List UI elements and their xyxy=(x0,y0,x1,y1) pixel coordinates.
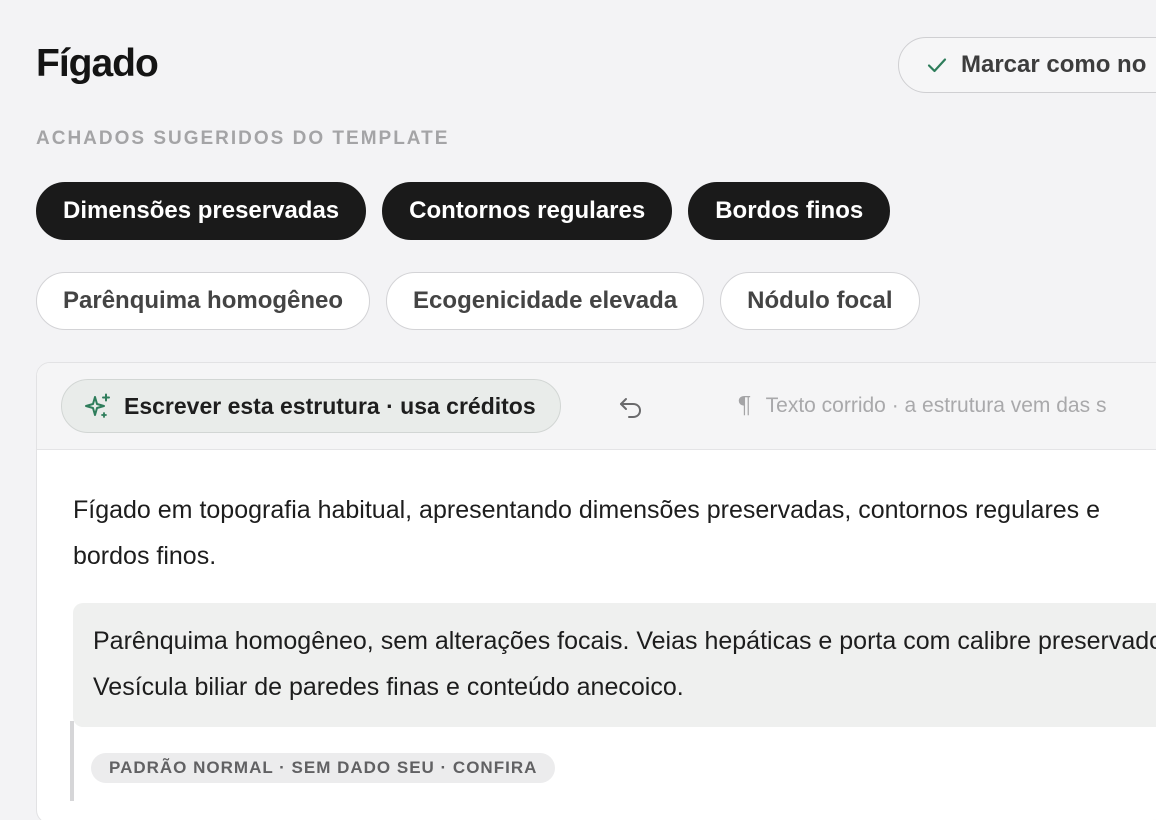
sparkle-icon xyxy=(84,392,112,420)
write-structure-label: Escrever esta estrutura · usa créditos xyxy=(124,392,536,419)
undo-icon xyxy=(617,393,645,421)
normal-pattern-badge: PADRÃO NORMAL · SEM DADO SEU · CONFIRA xyxy=(91,753,556,783)
report-body-text[interactable]: Fígado em topografia habitual, apresenta… xyxy=(73,487,1133,579)
structure-hint: ¶ Texto corrido · a estrutura vem das s xyxy=(737,393,1106,419)
undo-button[interactable] xyxy=(615,391,647,423)
editor-toolbar: Escrever esta estrutura · usa créditos ¶… xyxy=(37,363,1156,450)
mark-normal-button[interactable]: Marcar como no xyxy=(898,37,1156,93)
section-label: ACHADOS SUGERIDOS DO TEMPLATE xyxy=(36,128,450,149)
findings-panel: Fígado Marcar como no ACHADOS SUGERIDOS … xyxy=(0,0,1156,820)
report-editor: Escrever esta estrutura · usa créditos ¶… xyxy=(36,362,1156,820)
chip-bordos-finos[interactable]: Bordos finos xyxy=(688,182,891,240)
write-structure-button[interactable]: Escrever esta estrutura · usa créditos xyxy=(61,379,561,433)
chip-nodulo-focal[interactable]: Nódulo focal xyxy=(720,272,920,330)
page-title: Fígado xyxy=(36,42,159,85)
chip-contornos-regulares[interactable]: Contornos regulares xyxy=(382,182,673,240)
structure-hint-text: Texto corrido · a estrutura vem das s xyxy=(765,394,1107,417)
selected-chip-row: Dimensões preservadas Contornos regulare… xyxy=(36,182,891,240)
suggested-text-block[interactable]: Parênquima homogêneo, sem alterações foc… xyxy=(73,603,1156,727)
mark-normal-label: Marcar como no xyxy=(961,51,1147,78)
check-icon xyxy=(925,53,949,77)
pilcrow-icon: ¶ xyxy=(737,393,752,419)
chip-parenquima-homogeneo[interactable]: Parênquima homogêneo xyxy=(36,272,371,330)
chip-ecogenicidade-elevada[interactable]: Ecogenicidade elevada xyxy=(386,272,705,330)
suggested-text: Parênquima homogêneo, sem alterações foc… xyxy=(93,627,1156,701)
note-divider xyxy=(70,721,74,801)
unselected-chip-row: Parênquima homogêneo Ecogenicidade eleva… xyxy=(36,272,920,330)
chip-dimensoes-preservadas[interactable]: Dimensões preservadas xyxy=(36,182,367,240)
